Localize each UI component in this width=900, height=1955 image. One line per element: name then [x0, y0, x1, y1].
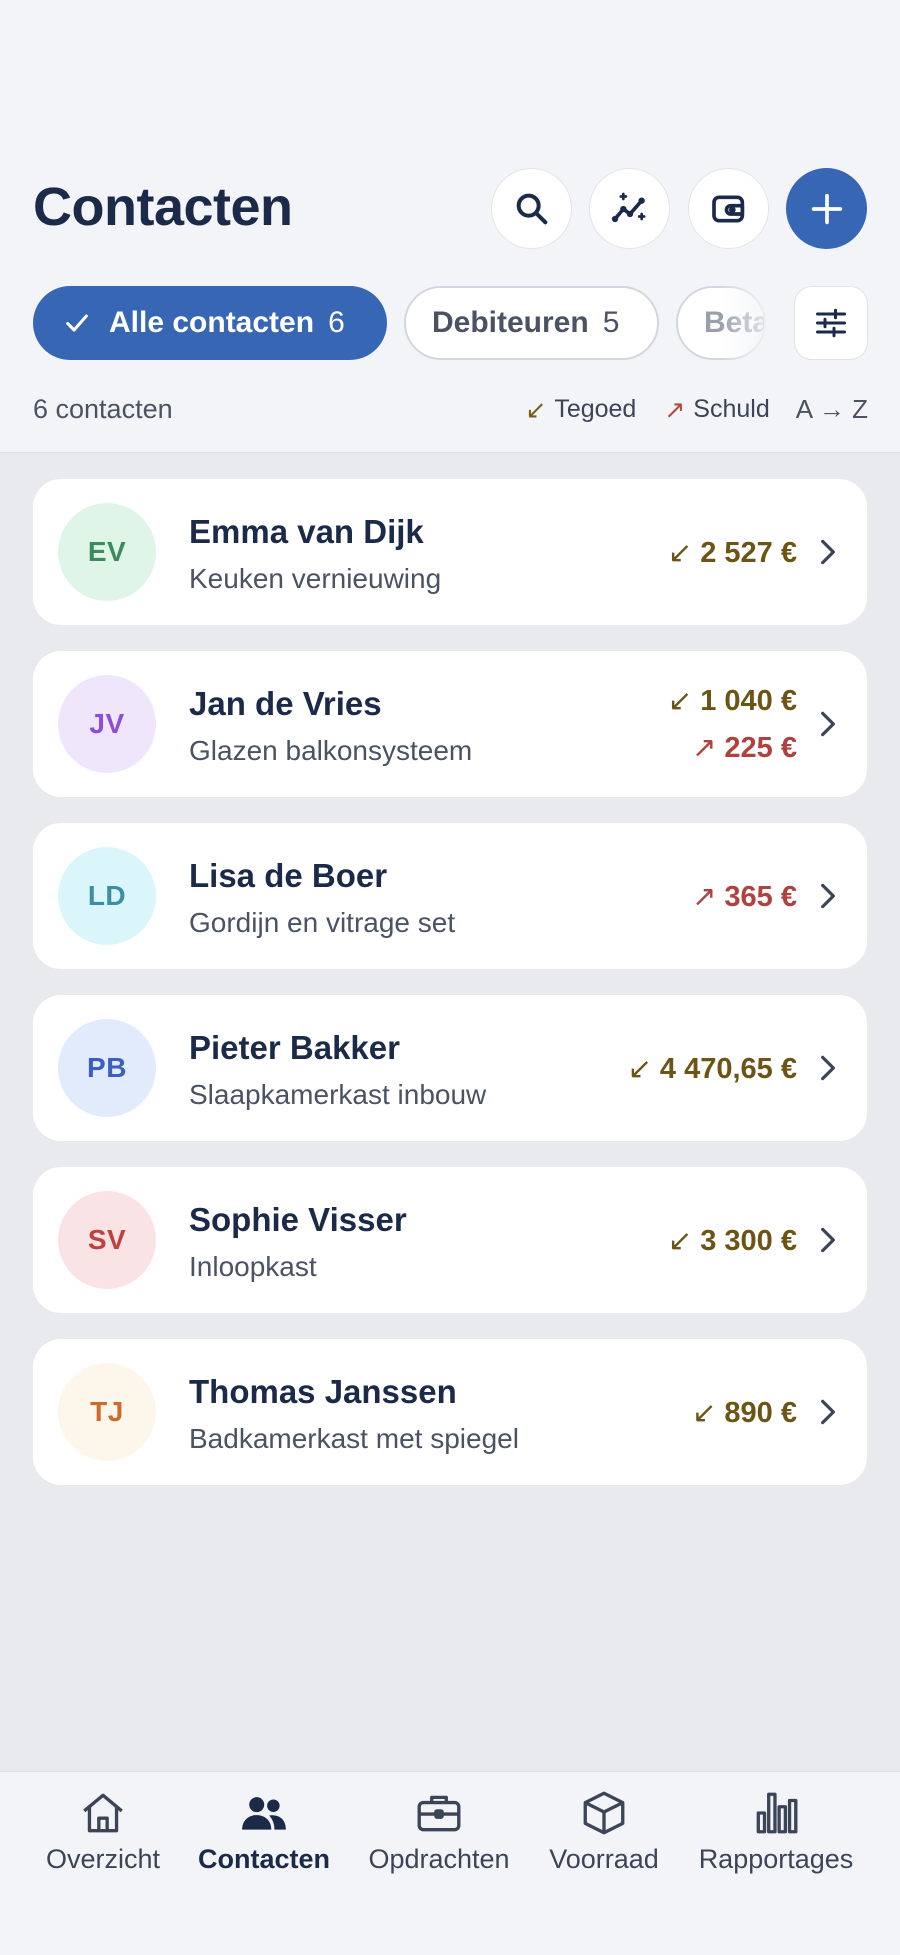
contact-project: Gordijn en vitrage set	[189, 907, 456, 938]
filter-chip-count: 6	[328, 306, 345, 339]
people-icon	[242, 1797, 286, 1830]
credit-arrow-icon: ↙	[667, 536, 693, 569]
filter-settings-button[interactable]	[794, 286, 868, 360]
sort-toggle[interactable]: A → Z	[796, 394, 868, 425]
amount-value: 4 470,65 €	[659, 1052, 797, 1085]
tab-label: Contacten	[197, 1844, 330, 1874]
sparkle-chart-icon	[611, 192, 645, 222]
wallet-button[interactable]	[688, 168, 769, 249]
plus-icon	[811, 193, 842, 224]
avatar: TJ	[58, 1363, 156, 1461]
bar-chart-icon	[756, 1792, 798, 1834]
contact-card[interactable]: SV Sophie Visser Inloopkast ↙ 3 300 €	[33, 1167, 867, 1313]
contact-card[interactable]: TJ Thomas Janssen Badkamerkast met spiegel…	[33, 1339, 867, 1485]
contact-project: Glazen balkonsysteem	[189, 735, 473, 766]
avatar: EV	[58, 503, 156, 601]
tab-label: Voorraad	[549, 1844, 659, 1874]
debt-arrow-icon: ↗	[692, 880, 717, 913]
credit-arrow-icon: ↙	[667, 1224, 693, 1257]
contact-name: Emma van Dijk	[189, 513, 424, 550]
credit-arrow-icon: ↙	[692, 1396, 717, 1429]
credit-amount: ↙ 4 470,65 €	[628, 1051, 797, 1086]
avatar: SV	[58, 1191, 156, 1289]
add-contact-button[interactable]	[786, 168, 867, 249]
tab-label: Overzicht	[45, 1844, 161, 1874]
filter-chip-label: Alle contacten	[109, 306, 315, 339]
contact-card[interactable]: LD Lisa de Boer Gordijn en vitrage set ↗ 365…	[33, 823, 867, 969]
avatar: JV	[58, 675, 156, 773]
contact-name: Sophie Visser	[189, 1201, 407, 1238]
chip-scroll-fade	[720, 280, 790, 366]
contact-amounts: ↗ 365 €	[692, 823, 797, 969]
credit-amount: ↙ 1 040 €	[668, 683, 797, 718]
chevron-right-icon	[821, 883, 835, 909]
credit-arrow-icon: ↙	[667, 685, 693, 717]
credit-amount: ↙ 2 527 €	[668, 535, 797, 570]
amount-value: 1 040 €	[700, 685, 797, 717]
filter-chip-debtors[interactable]: Debiteuren 5	[404, 286, 659, 360]
contact-name: Thomas Janssen	[189, 1373, 457, 1410]
search-button[interactable]	[491, 168, 572, 249]
contact-card[interactable]: JV Jan de Vries Glazen balkonsysteem ↙ 1 040…	[33, 651, 867, 797]
contact-card[interactable]: EV Emma van Dijk Keuken vernieuwing ↙ 2 527 …	[33, 479, 867, 625]
tab-overzicht[interactable]: Overzicht	[41, 1788, 165, 1875]
debt-amount: ↗ 365 €	[692, 879, 797, 914]
box-icon	[583, 1791, 625, 1835]
tab-contacten[interactable]: Contacten	[194, 1788, 334, 1875]
tab-voorraad[interactable]: Voorraad	[545, 1788, 663, 1875]
credit-amount: ↙ 3 300 €	[668, 1223, 797, 1258]
contact-amounts: ↙ 890 €	[692, 1339, 797, 1485]
page-title: Contacten	[33, 177, 293, 237]
contact-card[interactable]: PB Pieter Bakker Slaapkamerkast inbouw ↙ 4 4…	[33, 995, 867, 1141]
filter-chip-all[interactable]: Alle contacten 6	[33, 286, 387, 360]
credit-amount: ↙ 890 €	[692, 1395, 797, 1430]
debt-amount: ↗ 225 €	[692, 730, 797, 765]
avatar: PB	[58, 1019, 156, 1117]
debt-arrow-icon: ↗	[664, 395, 686, 424]
contact-amounts: ↙ 2 527 €	[668, 479, 797, 625]
insights-button[interactable]	[589, 168, 670, 249]
home-icon	[83, 1793, 123, 1833]
check-icon	[66, 314, 88, 332]
contact-amounts: ↙ 4 470,65 €	[628, 995, 797, 1141]
chevron-right-icon	[821, 1399, 835, 1425]
tab-label: Rapportages	[698, 1844, 854, 1874]
avatar: LD	[58, 847, 156, 945]
contact-name: Pieter Bakker	[189, 1029, 400, 1066]
bottom-tab-bar: Overzicht Contacten Opdrachten Voorraad …	[0, 1771, 900, 1955]
sliders-icon	[816, 308, 846, 338]
tab-rapportages[interactable]: Rapportages	[692, 1788, 860, 1875]
chevron-right-icon	[821, 539, 835, 565]
credit-arrow-icon: ↙	[525, 395, 547, 424]
contact-project: Badkamerkast met spiegel	[189, 1423, 519, 1454]
chevron-right-icon	[821, 1055, 835, 1081]
wallet-icon	[711, 195, 744, 222]
chevron-right-icon	[821, 1227, 835, 1253]
contact-amounts: ↙ 3 300 €	[668, 1167, 797, 1313]
contact-amounts: ↙ 1 040 € ↗ 225 €	[668, 651, 797, 797]
legend-credit: Tegoed	[554, 395, 637, 423]
search-icon	[516, 193, 547, 224]
amount-value: 3 300 €	[700, 1224, 797, 1257]
contact-name: Lisa de Boer	[189, 857, 388, 894]
tab-opdrachten[interactable]: Opdrachten	[361, 1788, 517, 1875]
briefcase-icon	[417, 1795, 461, 1832]
contact-count: 6 contacten	[33, 394, 173, 424]
contact-project: Slaapkamerkast inbouw	[189, 1079, 487, 1110]
filter-chip-label: Debiteuren	[432, 306, 589, 339]
legend: ↙ Tegoed ↗ Schuld A → Z	[525, 394, 868, 425]
amount-value: 2 527 €	[700, 536, 797, 569]
debt-arrow-icon: ↗	[692, 732, 717, 764]
chevron-right-icon	[821, 711, 835, 737]
legend-debt: Schuld	[693, 395, 770, 423]
tab-label: Opdrachten	[368, 1844, 510, 1874]
filter-chip-count: 5	[602, 306, 620, 339]
contact-project: Inloopkast	[189, 1251, 317, 1282]
amount-value: 890 €	[724, 1396, 797, 1429]
contact-name: Jan de Vries	[189, 685, 382, 722]
credit-arrow-icon: ↙	[627, 1052, 652, 1085]
amount-value: 225 €	[724, 732, 797, 764]
contact-project: Keuken vernieuwing	[189, 563, 442, 594]
amount-value: 365 €	[724, 880, 797, 913]
